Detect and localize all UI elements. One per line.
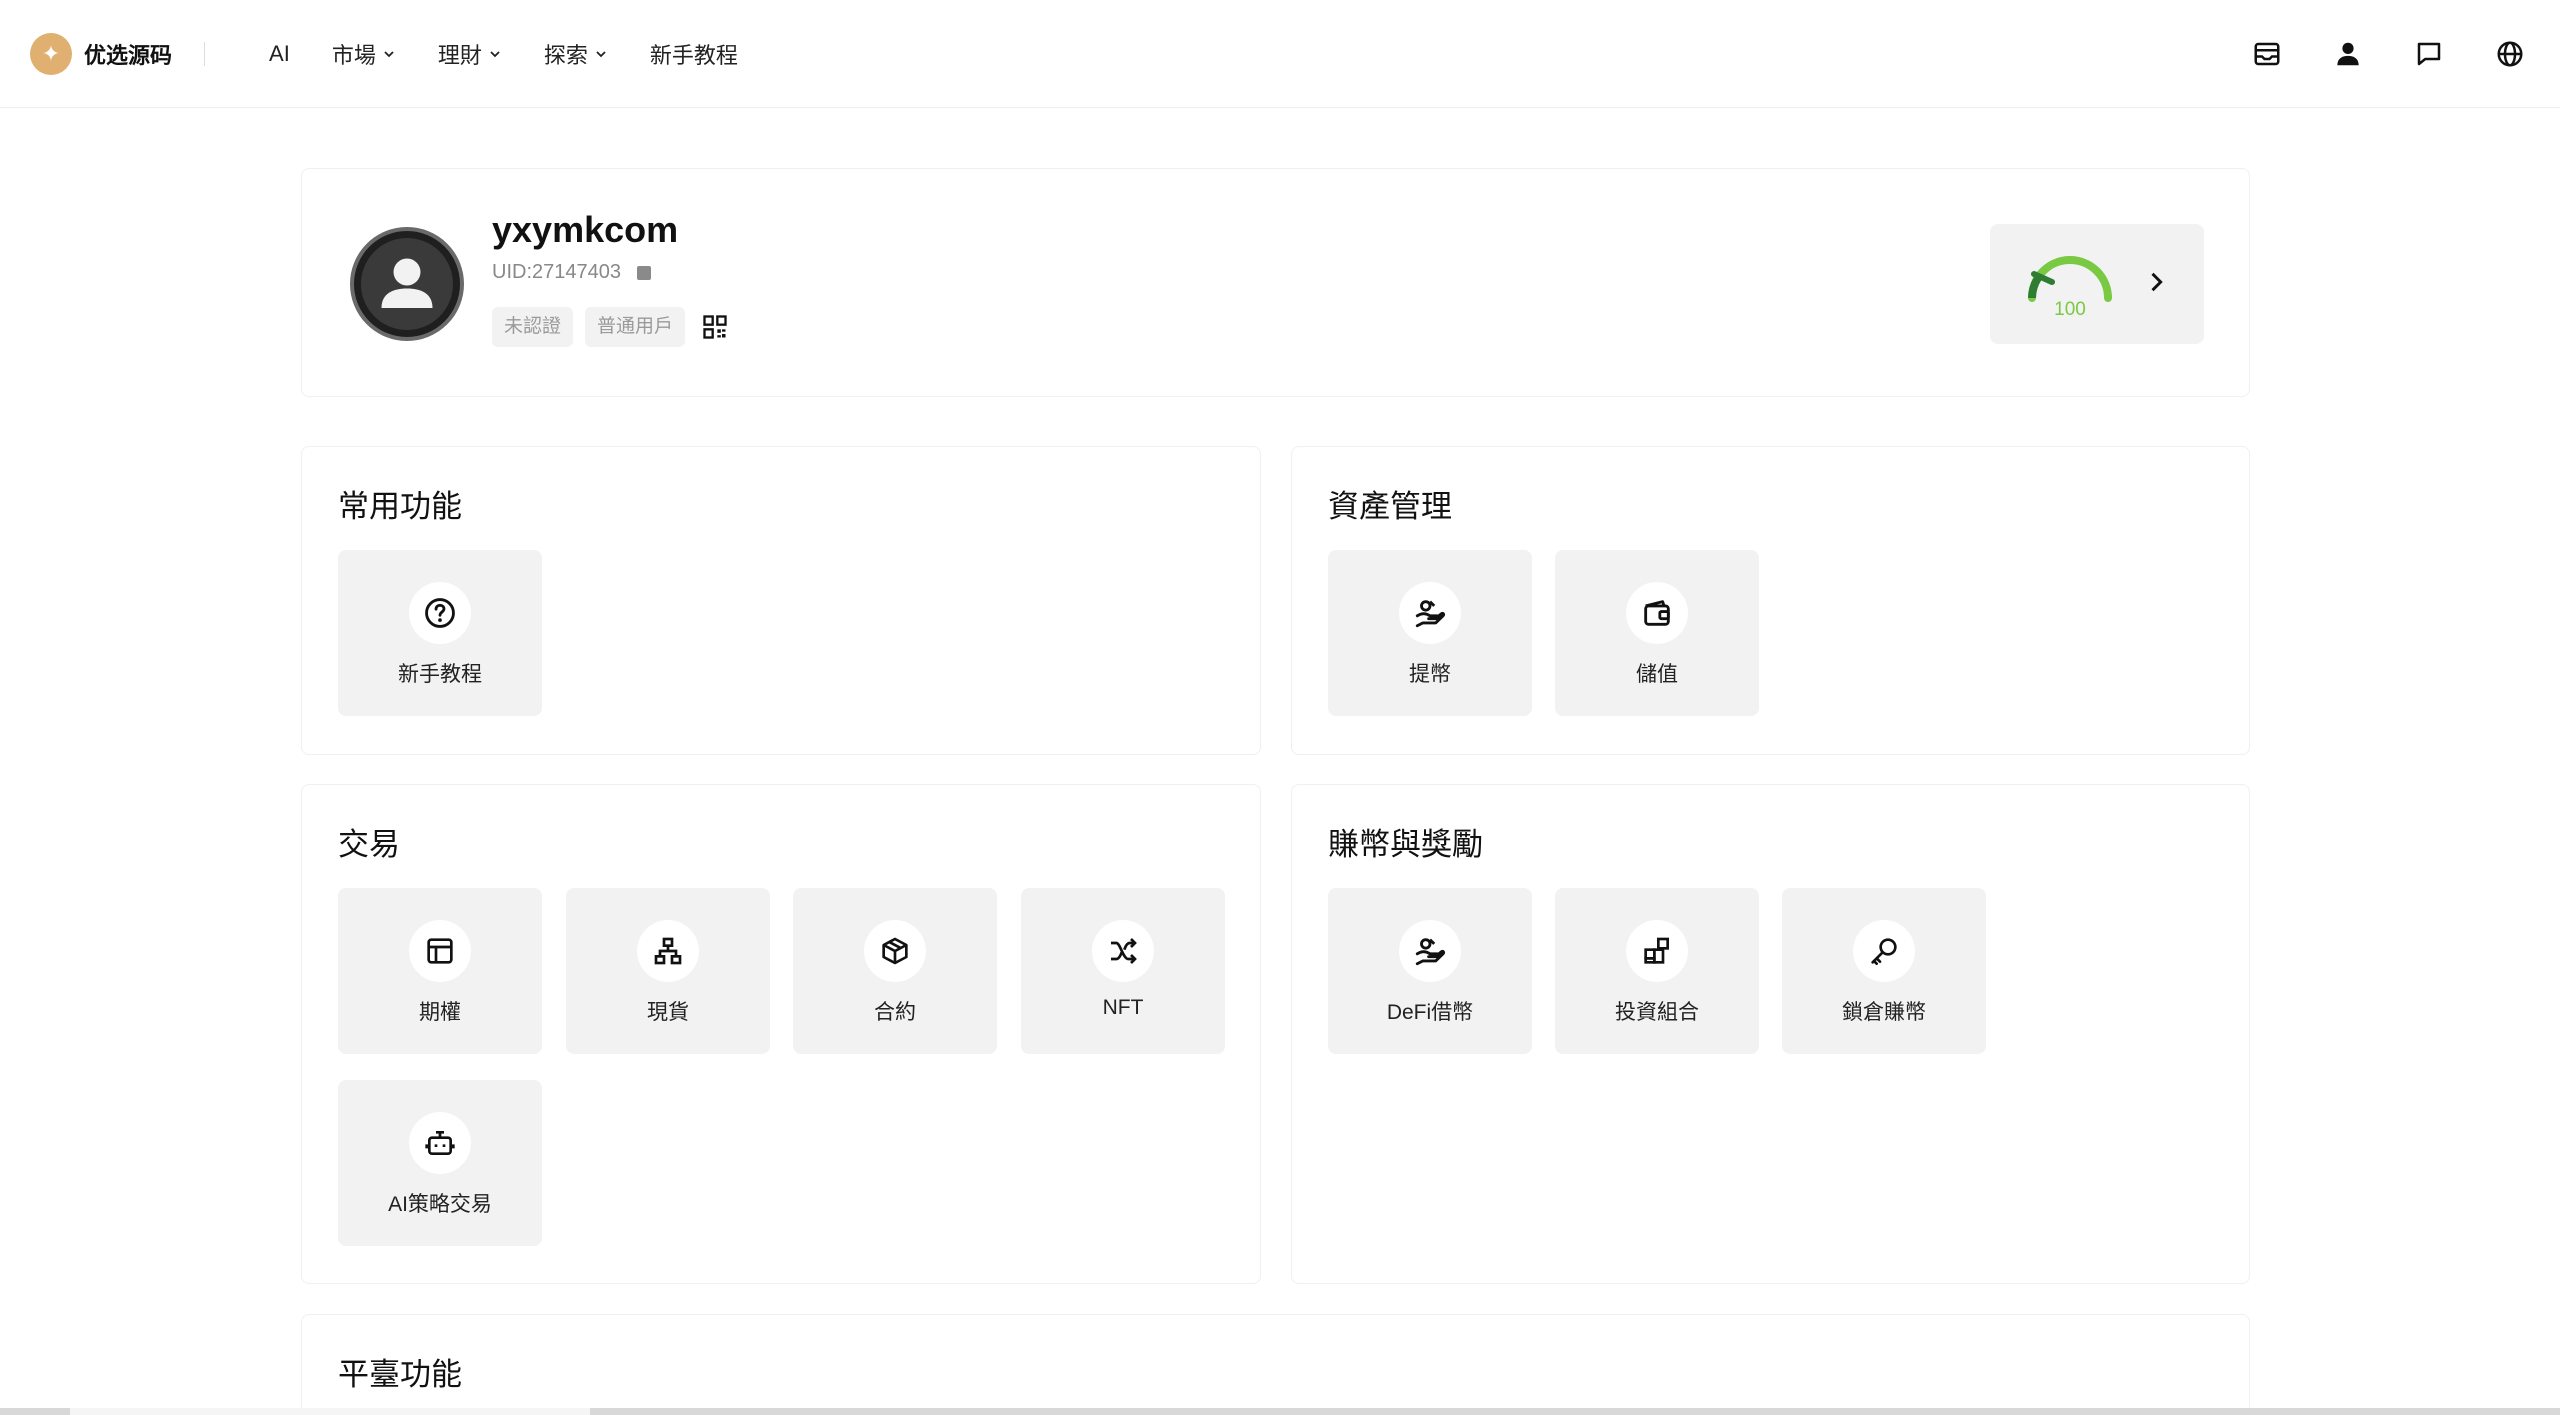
section-title: 交易 [338,827,400,862]
tile-withdraw[interactable]: 提幣 [1328,550,1532,716]
tile-spot[interactable]: 現貨 [566,888,770,1054]
shuffle-icon [1092,920,1154,982]
layout-icon [409,920,471,982]
tile-label: 提幣 [1409,663,1451,686]
tile-label: 合約 [874,1001,916,1024]
username: yxymkcom [492,209,679,250]
score-value: 100 [2054,299,2086,320]
header-actions [2206,0,2530,108]
header: ✦ 优选源码 AI 市場 理財 探索 新手教程 [0,0,2560,108]
help-circle-icon [409,582,471,644]
tile-contract[interactable]: 合約 [793,888,997,1054]
earn-rewards-card: 賺幣與獎勵 DeFi借幣 投資組合 鎖倉賺幣 [1291,784,2250,1284]
tile-nft[interactable]: NFT [1021,888,1225,1054]
verification-badge: 未認證 [492,307,574,347]
platform-functions-card: 平臺功能 [301,1314,2250,1415]
tile-label: NFT [1102,996,1144,1019]
section-title: 賺幣與獎勵 [1328,827,1483,862]
chevron-down-icon [384,50,394,57]
section-title: 資產管理 [1328,489,1452,524]
tile-portfolio[interactable]: 投資組合 [1555,888,1759,1054]
nav-label: 市場 [331,42,376,68]
tile-label: 新手教程 [398,663,482,686]
tile-label: 期權 [419,1001,461,1024]
tile-options[interactable]: 期權 [338,888,542,1054]
nav-label: 探索 [543,42,588,68]
nav-label: AI [269,40,290,66]
tile-label: 鎖倉賺幣 [1842,1001,1926,1024]
uid-row: UID:27147403 [492,261,651,284]
tile-defi-borrow[interactable]: DeFi借幣 [1328,888,1532,1054]
nav-item-finance[interactable]: 理財 [438,38,502,70]
scrollbar-thumb[interactable] [70,1408,590,1415]
nav-item-tutorial[interactable]: 新手教程 [650,38,738,70]
nav-label: 理財 [437,42,482,68]
section-title: 平臺功能 [338,1357,462,1392]
main-nav: AI 市場 理財 探索 新手教程 [269,38,780,70]
tile-label: DeFi借幣 [1386,1001,1474,1024]
section-title: 常用功能 [338,489,462,524]
nav-item-ai[interactable]: AI [269,41,290,67]
nav-item-explore[interactable]: 探索 [544,38,608,70]
asset-management-card: 資產管理 提幣 儲值 [1291,446,2250,755]
tile-label: AI策略交易 [388,1193,492,1216]
score-gauge: 100 [2028,256,2112,320]
user-avatar-icon [381,258,433,308]
nav-item-market[interactable]: 市場 [332,38,396,70]
user-icon[interactable] [2328,34,2368,74]
box-icon [864,920,926,982]
profile-card: yxymkcom UID:27147403 未認證 普通用戶 100 [301,168,2250,397]
robot-icon [409,1112,471,1174]
tile-label: 儲值 [1636,663,1678,686]
uid-text: UID:27147403 [492,261,621,283]
wallet-icon [1626,582,1688,644]
nav-label: 新手教程 [649,42,738,68]
logo-icon: ✦ [30,32,72,75]
common-functions-card: 常用功能 新手教程 [301,446,1261,755]
key-icon [1853,920,1915,982]
brand-name: 优选源码 [84,42,173,68]
header-divider [204,41,206,66]
blocks-icon [1626,920,1688,982]
tile-ai-strategy[interactable]: AI策略交易 [338,1080,542,1246]
avatar[interactable] [350,227,464,341]
chevron-down-icon [596,50,606,57]
hand-coin-icon [1399,920,1461,982]
qr-code-icon[interactable] [701,313,729,341]
avatar-inner [361,238,453,330]
network-icon [637,920,699,982]
globe-icon[interactable] [2490,34,2530,74]
credit-score-button[interactable]: 100 [1990,224,2204,344]
tile-staking[interactable]: 鎖倉賺幣 [1782,888,1986,1054]
tile-label: 投資組合 [1615,1001,1699,1024]
tile-deposit[interactable]: 儲值 [1555,550,1759,716]
user-tags: 未認證 普通用戶 [492,307,729,347]
trade-card: 交易 期權 現貨 合約 NFT AI策略交易 [301,784,1261,1284]
hand-coin-icon [1399,582,1461,644]
copy-icon[interactable] [636,265,651,280]
inbox-icon[interactable] [2247,34,2287,74]
tile-tutorial[interactable]: 新手教程 [338,550,542,716]
tile-label: 現貨 [647,1001,689,1024]
user-level-badge: 普通用戶 [585,307,686,347]
chevron-down-icon [490,50,500,57]
logo[interactable]: ✦ 优选源码 [30,32,173,75]
chevron-right-icon [2151,272,2163,292]
message-icon[interactable] [2409,34,2449,74]
